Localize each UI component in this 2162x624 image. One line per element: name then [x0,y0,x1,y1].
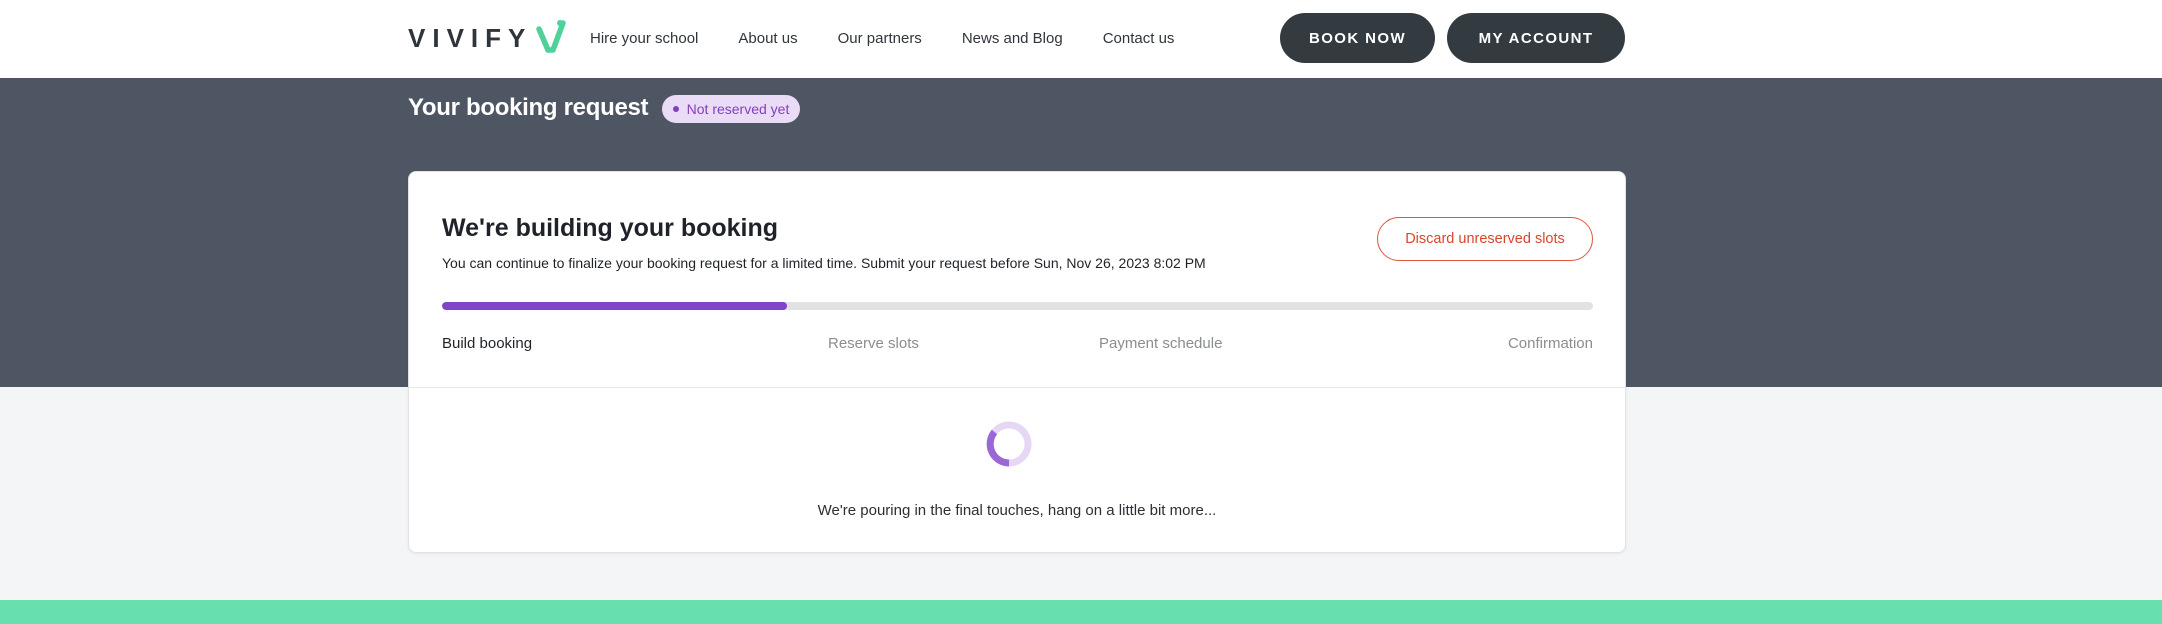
nav-news-and-blog[interactable]: News and Blog [962,28,1063,50]
progress-bar [442,302,1593,310]
nav-about-us[interactable]: About us [738,28,797,50]
card-title: We're building your booking [442,214,779,242]
main-nav: Hire your school About us Our partners N… [590,28,1214,50]
nav-hire-your-school[interactable]: Hire your school [590,28,698,50]
page-title: Your booking request [408,94,649,121]
status-badge: Not reserved yet [662,95,800,123]
nav-our-partners[interactable]: Our partners [838,28,922,50]
step-build-booking: Build booking [442,335,533,352]
book-now-button[interactable]: BOOK NOW [1280,13,1435,63]
card-subtitle: You can continue to finalize your bookin… [442,255,1206,271]
site-header: VIVIFY Hire your school About us Our par… [0,0,2162,79]
footer-strip [0,600,2162,624]
step-confirmation: Confirmation [1507,335,1593,352]
nav-contact-us[interactable]: Contact us [1103,28,1175,50]
status-badge-label: Not reserved yet [686,101,790,117]
logo-text: VIVIFY [408,22,533,53]
status-dot-icon [672,106,679,112]
v-checkmark-logo-icon [536,19,567,58]
loading-spinner-icon [985,420,1033,468]
progress-bar-fill [442,302,788,310]
loading-message: We're pouring in the final touches, hang… [817,502,1217,519]
vivify-logo[interactable]: VIVIFY [408,18,567,58]
booking-progress-card: We're building your booking You can cont… [408,171,1626,553]
step-reserve-slots: Reserve slots [828,335,919,352]
step-payment-schedule: Payment schedule [1099,335,1223,352]
my-account-button[interactable]: MY ACCOUNT [1447,13,1625,63]
card-divider [409,387,1625,388]
discard-unreserved-slots-button[interactable]: Discard unreserved slots [1377,217,1593,261]
